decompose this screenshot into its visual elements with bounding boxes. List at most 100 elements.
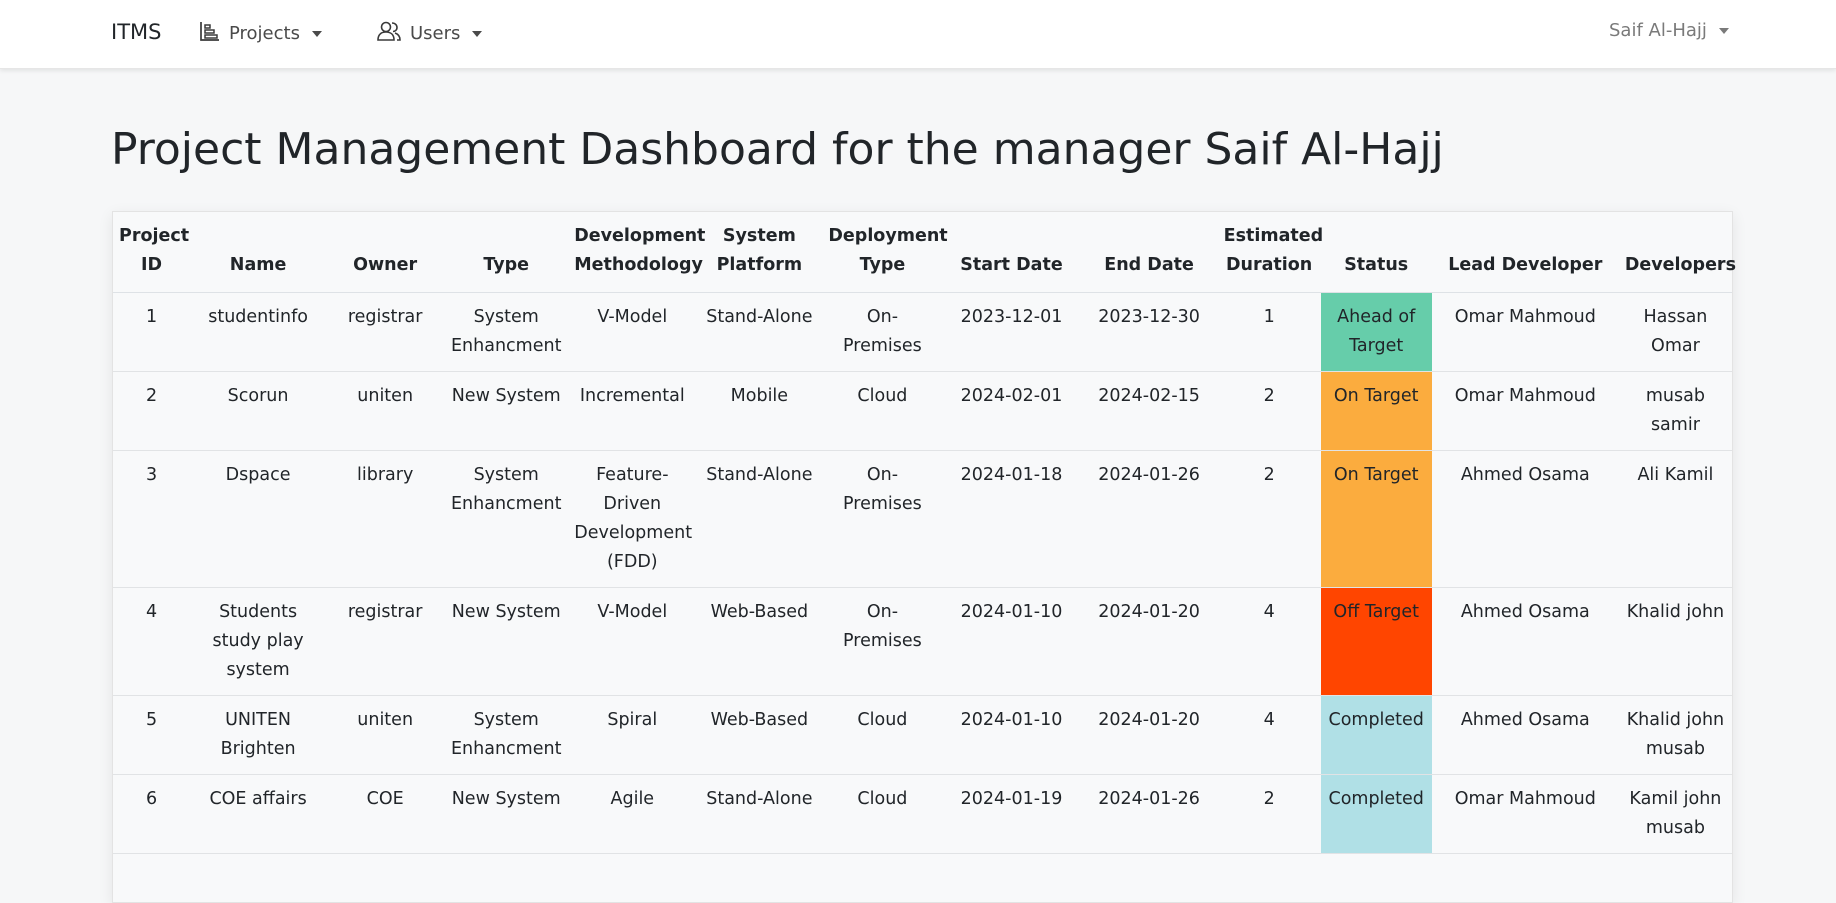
chevron-down-icon	[472, 30, 483, 37]
table-row[interactable]: 4 Students study play system registrar N…	[113, 587, 1732, 696]
top-navbar: ITMS Projects Users Saif Al-Hajj	[0, 0, 1836, 69]
cell-methodology: Agile	[610, 789, 655, 809]
brand-logo[interactable]: ITMS	[111, 20, 161, 44]
header-developers[interactable]: Developers	[1619, 212, 1736, 293]
cell-project-id: 6	[145, 789, 158, 809]
cell-name: Scorun	[227, 386, 289, 406]
cell-duration: 2	[1263, 386, 1275, 406]
cell-type: System Enhancment	[450, 307, 562, 356]
projects-dropdown[interactable]: Projects	[199, 20, 322, 47]
table-row[interactable]: 2 Scorun uniten New System Incremental M…	[113, 371, 1732, 451]
cell-name: Students study play system	[212, 602, 304, 680]
cell-duration: 4	[1263, 710, 1275, 730]
header-development-methodology[interactable]: Development Methodology	[568, 212, 705, 293]
cell-project-id: 1	[145, 307, 158, 327]
cell-lead-developer: Ahmed Osama	[1460, 602, 1590, 622]
header-end-date[interactable]: End Date	[1081, 212, 1218, 293]
status-badge: Completed	[1320, 695, 1432, 775]
cell-project-id: 5	[145, 710, 158, 730]
cell-lead-developer: Ahmed Osama	[1460, 710, 1590, 730]
cell-start-date: 2024-01-10	[960, 602, 1063, 622]
header-project-id[interactable]: Project ID	[113, 212, 190, 293]
cell-lead-developer: Omar Mahmoud	[1454, 386, 1596, 406]
cell-start-date: 2024-01-19	[960, 789, 1063, 809]
users-label: Users	[410, 23, 461, 44]
page-title: Project Management Dashboard for the man…	[111, 124, 1444, 175]
cell-methodology: Spiral	[607, 710, 658, 730]
header-start-date[interactable]: Start Date	[942, 212, 1080, 293]
cell-type: New System	[451, 386, 561, 406]
cell-start-date: 2024-01-18	[960, 465, 1063, 485]
cell-deployment: Cloud	[857, 386, 908, 406]
header-status[interactable]: Status	[1321, 212, 1432, 293]
cell-owner: COE	[366, 789, 404, 809]
cell-platform: Stand-Alone	[706, 465, 813, 485]
table-header-row: Project ID Name Owner Type Development M…	[113, 212, 1736, 293]
cell-developers: musab samir	[1645, 386, 1705, 435]
users-icon	[376, 20, 402, 47]
header-owner[interactable]: Owner	[326, 212, 444, 293]
cell-type: New System	[451, 602, 561, 622]
cell-methodology: Feature-Driven Development (FDD)	[574, 465, 693, 572]
projects-table-container: Project ID Name Owner Type Development M…	[112, 211, 1736, 903]
cell-platform: Stand-Alone	[706, 789, 813, 809]
cell-developers: Hassan Omar	[1643, 307, 1708, 356]
cell-project-id: 2	[145, 386, 158, 406]
cell-duration: 2	[1263, 465, 1275, 485]
cell-name: UNITEN Brighten	[220, 710, 296, 759]
table-row[interactable]: 6 COE affairs COE New System Agile Stand…	[113, 774, 1732, 854]
cell-owner: library	[357, 465, 414, 485]
bar-chart-icon	[199, 20, 221, 47]
cell-type: System Enhancment	[450, 710, 562, 759]
cell-developers: Khalid john	[1626, 602, 1725, 622]
header-lead-developer[interactable]: Lead Developer	[1432, 212, 1619, 293]
cell-start-date: 2023-12-01	[960, 307, 1063, 327]
status-badge: Ahead of Target	[1320, 292, 1432, 372]
cell-type: New System	[451, 789, 561, 809]
cell-owner: uniten	[357, 386, 414, 406]
user-account-dropdown[interactable]: Saif Al-Hajj	[1609, 20, 1729, 41]
cell-owner: uniten	[357, 710, 414, 730]
users-dropdown[interactable]: Users	[376, 20, 483, 47]
cell-methodology: Incremental	[579, 386, 685, 406]
cell-platform: Web-Based	[710, 602, 809, 622]
cell-deployment: On-Premises	[843, 602, 922, 651]
cell-methodology: V-Model	[597, 307, 668, 327]
cell-deployment: Cloud	[857, 710, 908, 730]
table-row[interactable]: 3 Dspace library System Enhancment Featu…	[113, 450, 1732, 588]
cell-name: COE affairs	[209, 789, 307, 809]
table-row[interactable]: 5 UNITEN Brighten uniten System Enhancme…	[113, 695, 1732, 775]
cell-duration: 4	[1263, 602, 1275, 622]
header-system-platform[interactable]: System Platform	[696, 212, 822, 293]
cell-developers: Khalid john musab	[1626, 710, 1725, 759]
cell-lead-developer: Omar Mahmoud	[1454, 789, 1596, 809]
cell-end-date: 2024-01-20	[1098, 710, 1200, 730]
cell-platform: Mobile	[730, 386, 789, 406]
header-deployment-type[interactable]: Deployment Type	[822, 212, 947, 293]
cell-deployment: On-Premises	[843, 307, 922, 356]
cell-platform: Web-Based	[710, 710, 809, 730]
status-badge: Off Target	[1320, 587, 1432, 696]
cell-platform: Stand-Alone	[706, 307, 813, 327]
cell-project-id: 3	[145, 465, 158, 485]
header-type[interactable]: Type	[444, 212, 568, 293]
cell-project-id: 4	[145, 602, 158, 622]
cell-lead-developer: Ahmed Osama	[1460, 465, 1590, 485]
cell-methodology: V-Model	[597, 602, 668, 622]
cell-start-date: 2024-02-01	[960, 386, 1063, 406]
cell-start-date: 2024-01-10	[960, 710, 1063, 730]
cell-end-date: 2024-02-15	[1098, 386, 1200, 406]
cell-name: Dspace	[225, 465, 291, 485]
cell-owner: registrar	[347, 602, 423, 622]
projects-table: Project ID Name Owner Type Development M…	[113, 212, 1736, 854]
chevron-down-icon	[311, 30, 322, 37]
cell-owner: registrar	[347, 307, 423, 327]
table-row[interactable]: 1 studentinfo registrar System Enhancmen…	[113, 292, 1732, 372]
cell-duration: 1	[1263, 307, 1275, 327]
cell-developers: Ali Kamil	[1637, 465, 1714, 485]
header-name[interactable]: Name	[190, 212, 326, 293]
cell-lead-developer: Omar Mahmoud	[1454, 307, 1596, 327]
header-estimated-duration[interactable]: Estimated Duration	[1218, 212, 1324, 293]
cell-end-date: 2024-01-26	[1098, 789, 1200, 809]
cell-deployment: Cloud	[857, 789, 908, 809]
